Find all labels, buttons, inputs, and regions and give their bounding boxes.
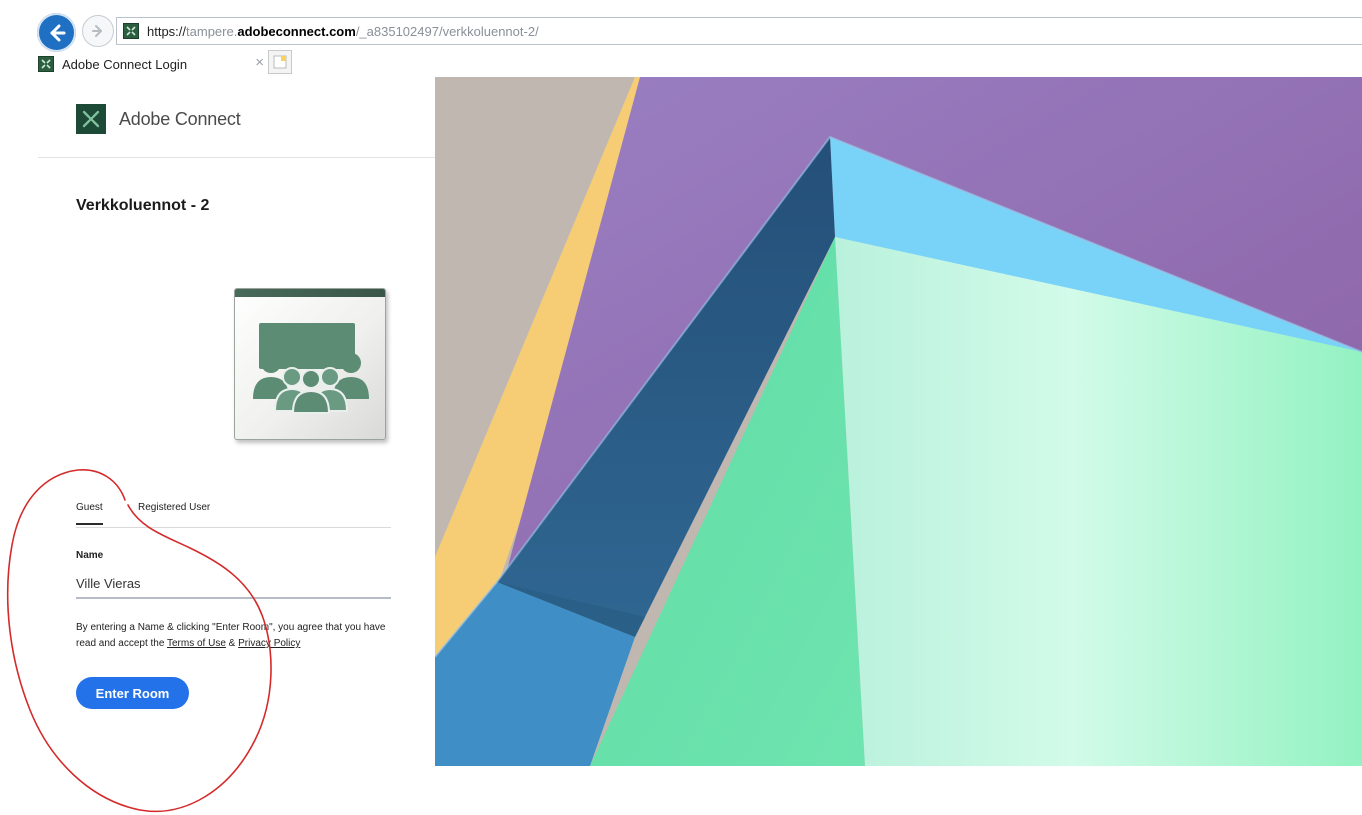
browser-back-button[interactable]: [37, 13, 76, 52]
header-divider: [38, 157, 435, 158]
login-tabs: Guest Registered User: [76, 500, 391, 528]
arrow-left-icon: [50, 24, 65, 41]
page-title: Verkkoluennot - 2: [76, 197, 210, 214]
privacy-policy-link[interactable]: Privacy Policy: [238, 638, 300, 649]
close-tab-icon[interactable]: ×: [255, 54, 264, 71]
tab-guest[interactable]: Guest: [76, 502, 103, 525]
terms-of-use-link[interactable]: Terms of Use: [167, 638, 226, 649]
name-field[interactable]: [76, 569, 391, 599]
enter-room-button[interactable]: Enter Room: [76, 677, 189, 709]
arrow-right-icon: [92, 25, 102, 37]
address-bar[interactable]: https://tampere.adobeconnect.com/_a83510…: [116, 17, 1362, 45]
browser-tab[interactable]: Adobe Connect Login ×: [38, 51, 266, 77]
new-tab-icon: [273, 55, 287, 69]
adobe-connect-favicon: [123, 23, 139, 39]
hero-image: [435, 77, 1362, 766]
brand-name: Adobe Connect: [119, 108, 241, 129]
address-url: https://tampere.adobeconnect.com/_a83510…: [147, 23, 539, 39]
meeting-room-icon: [234, 288, 386, 440]
tab-registered-user[interactable]: Registered User: [138, 502, 210, 513]
browser-forward-button[interactable]: [82, 15, 114, 47]
new-tab-button[interactable]: [268, 50, 292, 74]
consent-and: &: [225, 638, 239, 649]
adobe-connect-logo-icon: [76, 104, 106, 134]
consent-text: By entering a Name & clicking "Enter Roo…: [76, 620, 396, 652]
brand: Adobe Connect: [76, 104, 241, 134]
tab-title: Adobe Connect Login: [62, 56, 188, 72]
name-label: Name: [76, 550, 104, 561]
adobe-connect-favicon: [38, 56, 54, 72]
